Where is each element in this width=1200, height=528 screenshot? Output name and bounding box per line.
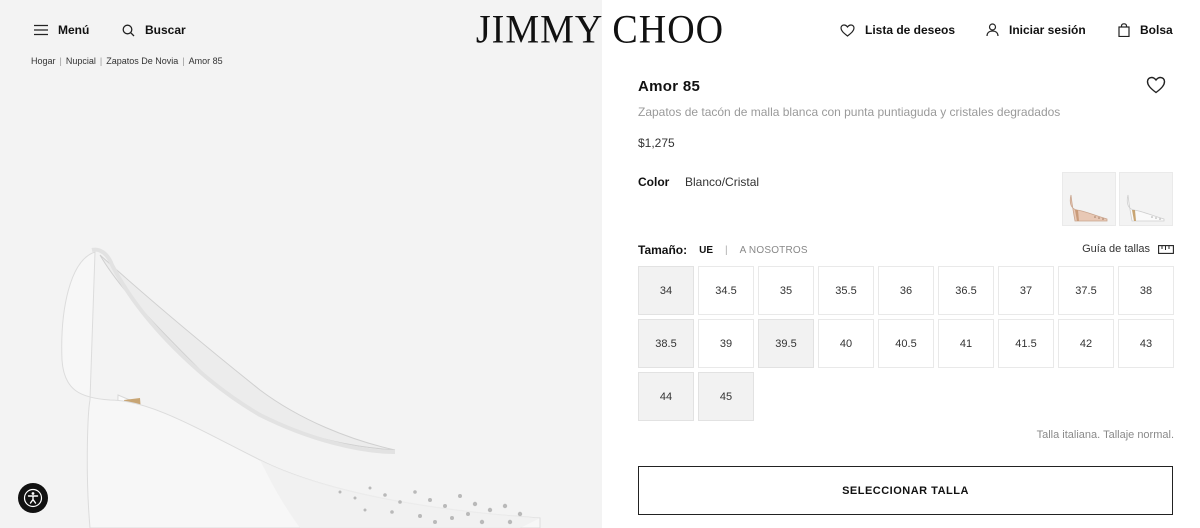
size-option[interactable]: 37 (998, 266, 1054, 315)
size-label: Tamaño: (638, 243, 688, 257)
wishlist-link[interactable]: Lista de deseos (840, 23, 955, 37)
size-system-eu-toggle[interactable]: UE (699, 245, 713, 256)
color-label: Color (638, 175, 670, 189)
color-swatch-nude[interactable] (1062, 172, 1116, 226)
login-label: Iniciar sesión (1009, 23, 1086, 37)
size-option[interactable]: 41 (938, 319, 994, 368)
breadcrumb: Hogar | Nupcial | Zapatos De Novia | Amo… (31, 56, 223, 66)
size-option[interactable]: 37.5 (1058, 266, 1114, 315)
size-option[interactable]: 44 (638, 372, 694, 421)
size-grid: 34 34.5 35 35.5 36 36.5 37 37.5 38 38.5 39 39.5 40 40… (638, 266, 1174, 421)
nude-shoe-thumbnail (1069, 194, 1108, 222)
product-price: $1,275 (638, 136, 675, 150)
size-option[interactable]: 40 (818, 319, 874, 368)
size-option[interactable]: 36 (878, 266, 934, 315)
size-option[interactable]: 35 (758, 266, 814, 315)
color-swatch-white[interactable] (1119, 172, 1173, 226)
size-system-separator: | (725, 244, 728, 256)
breadcrumb-separator: | (99, 56, 103, 66)
breadcrumb-separator: | (182, 56, 185, 66)
breadcrumb-current: Amor 85 (188, 56, 223, 66)
size-selector-header: Tamaño: UE | A NOSOTROS Guía de tallas (638, 243, 1174, 257)
add-to-wishlist-button[interactable] (1146, 76, 1166, 99)
bag-label: Bolsa (1140, 23, 1173, 37)
size-option[interactable]: 38.5 (638, 319, 694, 368)
product-image-panel (0, 0, 602, 528)
size-option[interactable]: 38 (1118, 266, 1174, 315)
accessibility-button[interactable] (18, 483, 48, 513)
bag-link[interactable]: Bolsa (1118, 23, 1173, 37)
size-option[interactable]: 34.5 (698, 266, 754, 315)
user-icon (986, 23, 999, 37)
size-fit-note: Talla italiana. Tallaje normal. (1036, 429, 1174, 441)
size-option[interactable]: 39.5 (758, 319, 814, 368)
breadcrumb-home[interactable]: Hogar (31, 56, 56, 66)
size-option[interactable]: 43 (1118, 319, 1174, 368)
site-header: Menú Buscar JIMMY CHOO Lista de deseos I… (0, 0, 1200, 62)
size-guide-link[interactable]: Guía de tallas (1082, 243, 1174, 255)
size-option[interactable]: 36.5 (938, 266, 994, 315)
size-guide-label: Guía de tallas (1082, 243, 1150, 255)
color-value: Blanco/Cristal (685, 175, 760, 189)
size-option[interactable]: 39 (698, 319, 754, 368)
white-shoe-thumbnail (1126, 194, 1165, 222)
select-size-button[interactable]: SELECCIONAR TALLA (638, 466, 1173, 515)
accessibility-icon (23, 488, 43, 508)
breadcrumb-bridal[interactable]: Nupcial (66, 56, 96, 66)
size-option[interactable]: 34 (638, 266, 694, 315)
login-link[interactable]: Iniciar sesión (986, 23, 1086, 37)
product-image (61, 247, 541, 528)
size-option[interactable]: 35.5 (818, 266, 874, 315)
breadcrumb-bridal-shoes[interactable]: Zapatos De Novia (106, 56, 178, 66)
heart-icon (840, 23, 855, 37)
size-system-us-toggle[interactable]: A NOSOTROS (740, 245, 808, 256)
wishlist-label: Lista de deseos (865, 23, 956, 37)
size-option[interactable]: 42 (1058, 319, 1114, 368)
product-title: Amor 85 (638, 78, 701, 95)
size-option[interactable]: 40.5 (878, 319, 934, 368)
breadcrumb-separator: | (59, 56, 62, 66)
heart-icon (1146, 76, 1166, 94)
size-option[interactable]: 41.5 (998, 319, 1054, 368)
ruler-icon (1158, 244, 1174, 254)
size-option[interactable]: 45 (698, 372, 754, 421)
product-description: Zapatos de tacón de malla blanca con pun… (638, 105, 1061, 119)
bag-icon (1118, 23, 1130, 37)
